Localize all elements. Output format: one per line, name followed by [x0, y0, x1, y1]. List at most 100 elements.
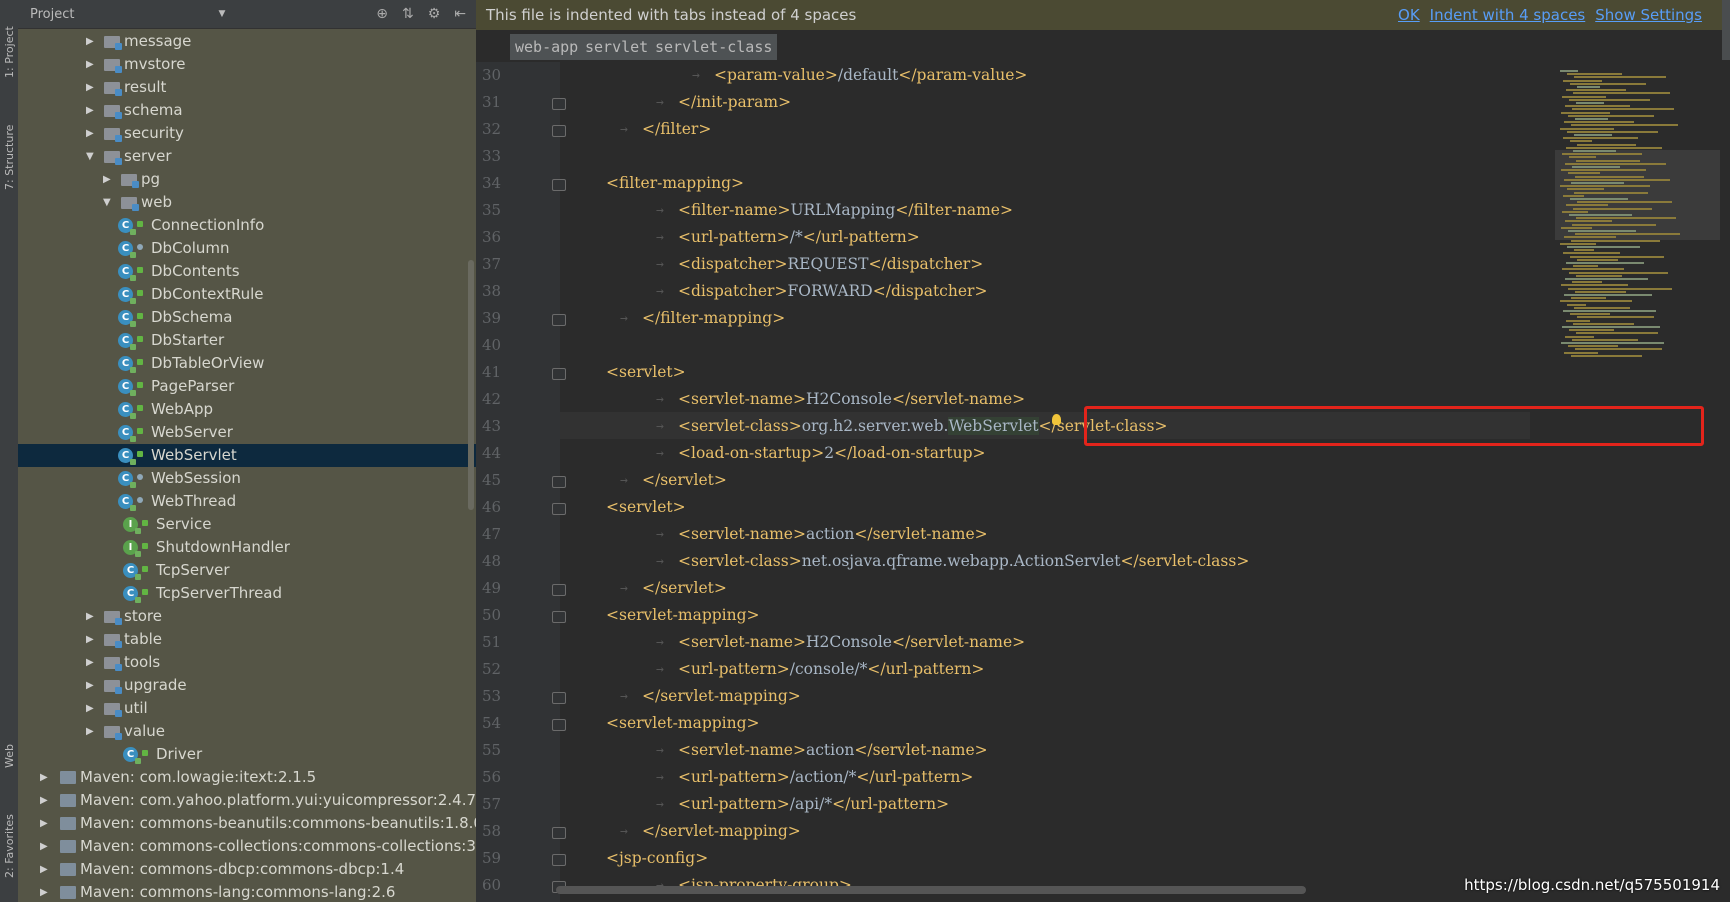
chevron-right-icon[interactable]: ▶ — [40, 835, 48, 858]
chevron-down-icon[interactable]: ▼ — [86, 145, 94, 168]
tree-item[interactable]: ▶ message — [18, 30, 476, 53]
chevron-right-icon[interactable]: ▶ — [103, 168, 111, 191]
ok-link[interactable]: OK — [1398, 6, 1420, 24]
code-line[interactable]: → </servlet-mapping> — [620, 687, 801, 705]
fold-marker-icon[interactable] — [552, 98, 566, 110]
chevron-down-icon[interactable]: ▼ — [103, 191, 111, 214]
library-item[interactable]: ▶ Maven: com.yahoo.platform.yui:yuicompre… — [18, 789, 476, 812]
collapse-all-icon[interactable]: ⇅ — [402, 6, 414, 22]
library-item[interactable]: ▶ Maven: commons-dbcp:commons-dbcp:1.4 — [18, 858, 476, 881]
fold-marker-icon[interactable] — [552, 584, 566, 596]
breadcrumb-servlet[interactable]: servlet — [580, 34, 654, 60]
code-line[interactable]: → <load-on-startup>2</load-on-startup> — [656, 444, 986, 462]
chevron-right-icon[interactable]: ▶ — [40, 766, 48, 789]
tree-item[interactable]: C DbContextRule — [18, 283, 476, 306]
chevron-right-icon[interactable]: ▶ — [86, 697, 94, 720]
indent-spaces-link[interactable]: Indent with 4 spaces — [1430, 6, 1586, 24]
lightbulb-icon[interactable] — [1052, 414, 1061, 425]
tree-item[interactable]: C WebThread — [18, 490, 476, 513]
chevron-right-icon[interactable]: ▶ — [40, 881, 48, 902]
tree-item[interactable]: ▶ table — [18, 628, 476, 651]
chevron-right-icon[interactable]: ▶ — [86, 122, 94, 145]
tree-item[interactable]: ▶ pg — [18, 168, 476, 191]
fold-marker-icon[interactable] — [552, 692, 566, 704]
code-line[interactable]: → <url-pattern>/api/*</url-pattern> — [656, 795, 949, 813]
code-line[interactable]: → <servlet-name>action</servlet-name> — [656, 525, 988, 543]
chevron-right-icon[interactable]: ▶ — [86, 628, 94, 651]
code-line[interactable]: <servlet> — [606, 363, 686, 381]
project-tool-tab[interactable]: 1: Project — [0, 10, 18, 80]
code-line[interactable]: → </filter-mapping> — [620, 309, 785, 327]
tree-item[interactable]: C WebServlet — [18, 444, 476, 467]
fold-marker-icon[interactable] — [552, 368, 566, 380]
tree-item[interactable]: C DbColumn — [18, 237, 476, 260]
project-panel-title[interactable]: Project — [30, 7, 74, 22]
code-line[interactable]: → <servlet-name>action</servlet-name> — [656, 741, 988, 759]
gear-icon[interactable]: ⚙ — [428, 6, 441, 22]
chevron-right-icon[interactable]: ▶ — [86, 30, 94, 53]
tree-item[interactable]: ▶ mvstore — [18, 53, 476, 76]
tree-item[interactable]: C DbContents — [18, 260, 476, 283]
chevron-right-icon[interactable]: ▶ — [86, 720, 94, 743]
code-line[interactable]: <servlet> — [606, 498, 686, 516]
tree-item[interactable]: ▶ security — [18, 122, 476, 145]
tree-item[interactable]: ▼ web — [18, 191, 476, 214]
breadcrumb-web-app[interactable]: web-app — [510, 34, 584, 60]
chevron-right-icon[interactable]: ▶ — [86, 605, 94, 628]
code-line[interactable]: → <servlet-class>net.osjava.qframe.webapp… — [656, 552, 1249, 570]
tree-item[interactable]: C WebServer — [18, 421, 476, 444]
library-item[interactable]: ▶ Maven: com.lowagie:itext:2.1.5 — [18, 766, 476, 789]
hide-panel-icon[interactable]: ⇤ — [454, 6, 466, 22]
fold-marker-icon[interactable] — [552, 827, 566, 839]
fold-marker-icon[interactable] — [552, 476, 566, 488]
structure-tool-tab[interactable]: 7: Structure — [0, 100, 18, 190]
code-line[interactable]: <filter-mapping> — [606, 174, 744, 192]
library-item[interactable]: ▶ Maven: commons-collections:commons-coll… — [18, 835, 476, 858]
scroll-from-source-icon[interactable]: ⊕ — [376, 6, 388, 22]
code-line[interactable]: → <url-pattern>/action/*</url-pattern> — [656, 768, 973, 786]
tree-item[interactable]: C TcpServer — [18, 559, 476, 582]
chevron-right-icon[interactable]: ▶ — [40, 812, 48, 835]
fold-marker-icon[interactable] — [552, 719, 566, 731]
tree-item[interactable]: C DbSchema — [18, 306, 476, 329]
chevron-right-icon[interactable]: ▶ — [86, 53, 94, 76]
code-line[interactable]: → <dispatcher>REQUEST</dispatcher> — [656, 255, 983, 273]
library-item[interactable]: ▶ Maven: commons-beanutils:commons-beanut… — [18, 812, 476, 835]
code-line[interactable]: → <param-value>/default</param-value> — [692, 66, 1027, 84]
code-line[interactable]: → <url-pattern>/console/*</url-pattern> — [656, 660, 984, 678]
tree-item[interactable]: ▶ util — [18, 697, 476, 720]
code-line[interactable]: → </servlet-mapping> — [620, 822, 801, 840]
code-line[interactable]: → <servlet-name>H2Console</servlet-name> — [656, 633, 1025, 651]
tree-item[interactable]: ▶ store — [18, 605, 476, 628]
code-line[interactable]: <servlet-mapping> — [606, 606, 760, 624]
code-line[interactable]: → </servlet> — [620, 471, 727, 489]
tree-item[interactable]: C PageParser — [18, 375, 476, 398]
tree-item[interactable]: ▶ schema — [18, 99, 476, 122]
chevron-right-icon[interactable]: ▶ — [86, 99, 94, 122]
code-line[interactable]: <jsp-config> — [606, 849, 708, 867]
chevron-right-icon[interactable]: ▶ — [86, 651, 94, 674]
fold-marker-icon[interactable] — [552, 125, 566, 137]
show-settings-link[interactable]: Show Settings — [1595, 6, 1702, 24]
line-number-gutter[interactable]: 30 31 32 33 34 35 36 37 38 39 40 41 42 43 44 45 46 47 48 49… — [476, 62, 566, 902]
tree-item[interactable]: ▶ tools — [18, 651, 476, 674]
fold-marker-icon[interactable] — [552, 611, 566, 623]
minimap[interactable] — [1555, 70, 1720, 370]
web-tool-tab[interactable]: Web — [0, 730, 18, 770]
tree-item[interactable]: C DbStarter — [18, 329, 476, 352]
tree-item[interactable]: C ConnectionInfo — [18, 214, 476, 237]
chevron-down-icon[interactable]: ▼ — [218, 9, 225, 19]
fold-marker-icon[interactable] — [552, 179, 566, 191]
code-line[interactable]: → </init-param> — [656, 93, 791, 111]
fold-marker-icon[interactable] — [552, 314, 566, 326]
tree-item[interactable]: I Service — [18, 513, 476, 536]
tree-item[interactable]: ▼ server — [18, 145, 476, 168]
tree-item[interactable]: ▶ upgrade — [18, 674, 476, 697]
tree-item[interactable]: C WebApp — [18, 398, 476, 421]
code-line[interactable]: <servlet-mapping> — [606, 714, 760, 732]
tree-item[interactable]: C DbTableOrView — [18, 352, 476, 375]
project-scrollbar[interactable] — [468, 260, 474, 510]
fold-marker-icon[interactable] — [552, 854, 566, 866]
tree-item[interactable]: ▶ value — [18, 720, 476, 743]
code-line[interactable]: → <dispatcher>FORWARD</dispatcher> — [656, 282, 987, 300]
